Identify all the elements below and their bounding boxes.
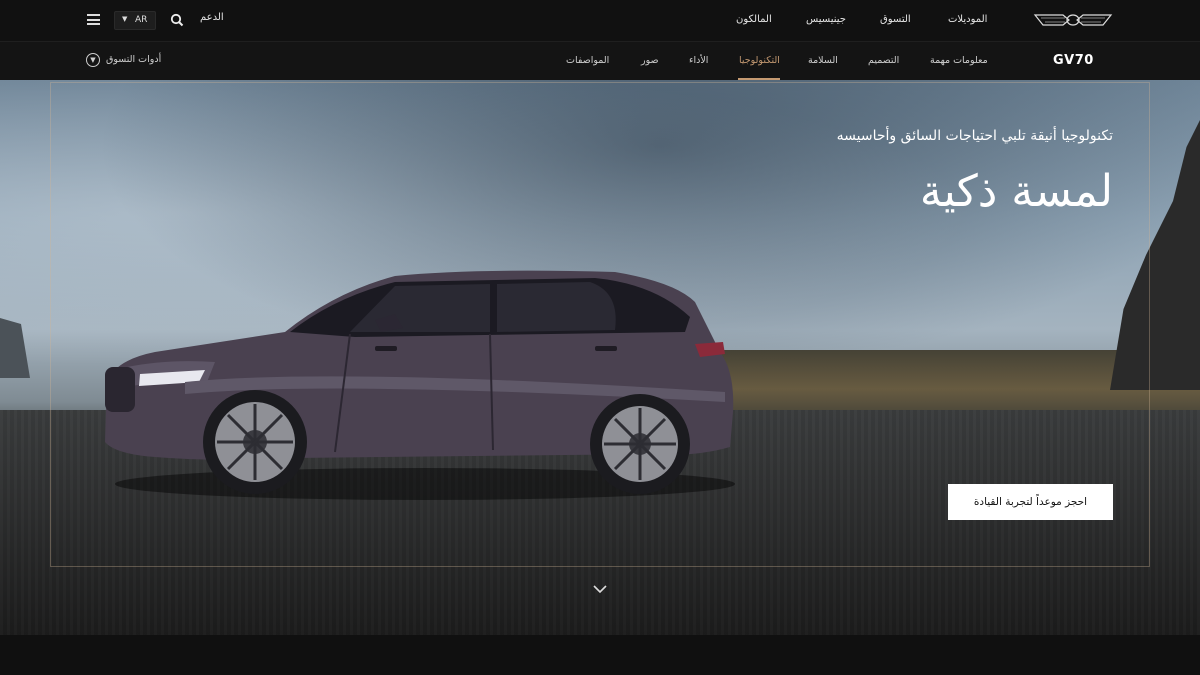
language-code: AR xyxy=(135,15,148,25)
subnav-specifications[interactable]: المواصفات xyxy=(566,55,609,66)
hamburger-icon[interactable] xyxy=(87,14,100,25)
nav-genesis[interactable]: جينيسيس xyxy=(806,14,846,25)
language-selector[interactable]: ▼ AR xyxy=(114,11,156,30)
nav-owners[interactable]: المالكون xyxy=(736,14,772,25)
subnav-performance[interactable]: الأداء xyxy=(689,55,708,66)
genesis-logo[interactable] xyxy=(1033,9,1113,31)
book-test-drive-button[interactable]: احجز موعداً لتجربة القيادة xyxy=(948,484,1113,520)
support-link[interactable]: الدعم xyxy=(200,12,224,23)
search-icon[interactable] xyxy=(170,13,184,27)
nav-models[interactable]: الموديلات xyxy=(948,14,987,25)
model-name[interactable]: GV70 xyxy=(1053,53,1094,68)
car-image xyxy=(105,270,735,500)
subnav-important-info[interactable]: معلومات مهمة xyxy=(930,55,988,66)
subnav-design[interactable]: التصميم xyxy=(868,55,899,66)
subnav-photos[interactable]: صور xyxy=(641,55,659,66)
shopping-tools-label: أدوات التسوق xyxy=(106,54,162,65)
hero-subtitle: تكنولوجيا أنيقة تلبي احتياجات السائق وأح… xyxy=(836,128,1113,144)
subnav-technology[interactable]: التكنولوجيا xyxy=(739,55,780,66)
subnav-safety[interactable]: السلامة xyxy=(808,55,838,66)
chevron-down-circle-icon: ▼ xyxy=(86,53,100,67)
chevron-down-icon[interactable] xyxy=(592,583,608,595)
nav-shopping[interactable]: التسوق xyxy=(880,14,911,25)
caret-down-icon: ▼ xyxy=(122,15,128,23)
hero-title: لمسة ذكية xyxy=(919,166,1113,217)
